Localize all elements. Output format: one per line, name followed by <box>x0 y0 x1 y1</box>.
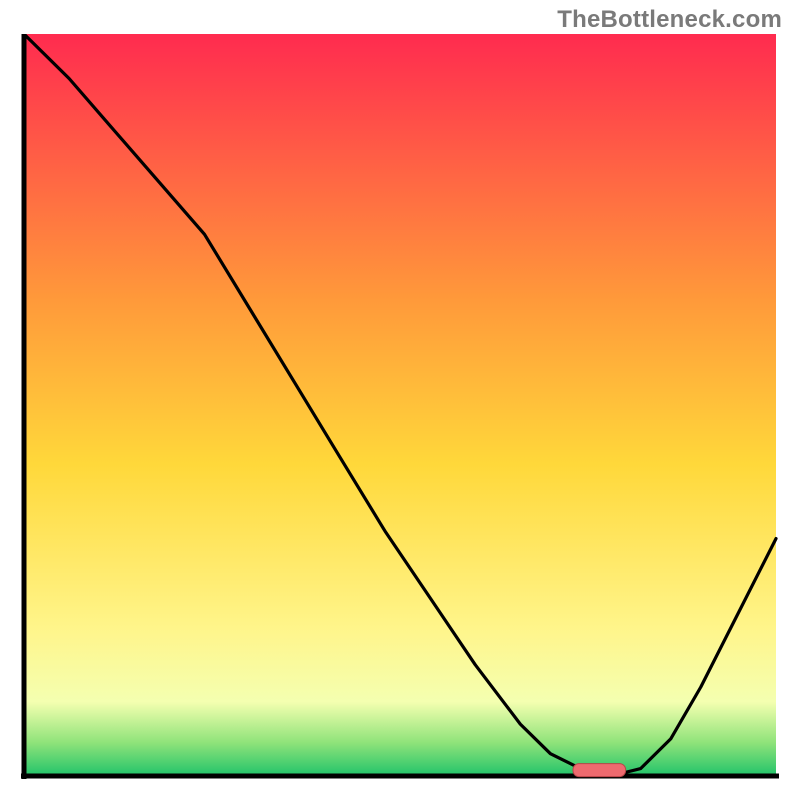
plot-svg <box>21 34 779 779</box>
gradient-background <box>24 34 776 776</box>
optimal-marker <box>573 764 626 777</box>
watermark-text: TheBottleneck.com <box>557 6 782 34</box>
chart-container: TheBottleneck.com <box>0 0 800 800</box>
plot-area <box>21 34 779 779</box>
